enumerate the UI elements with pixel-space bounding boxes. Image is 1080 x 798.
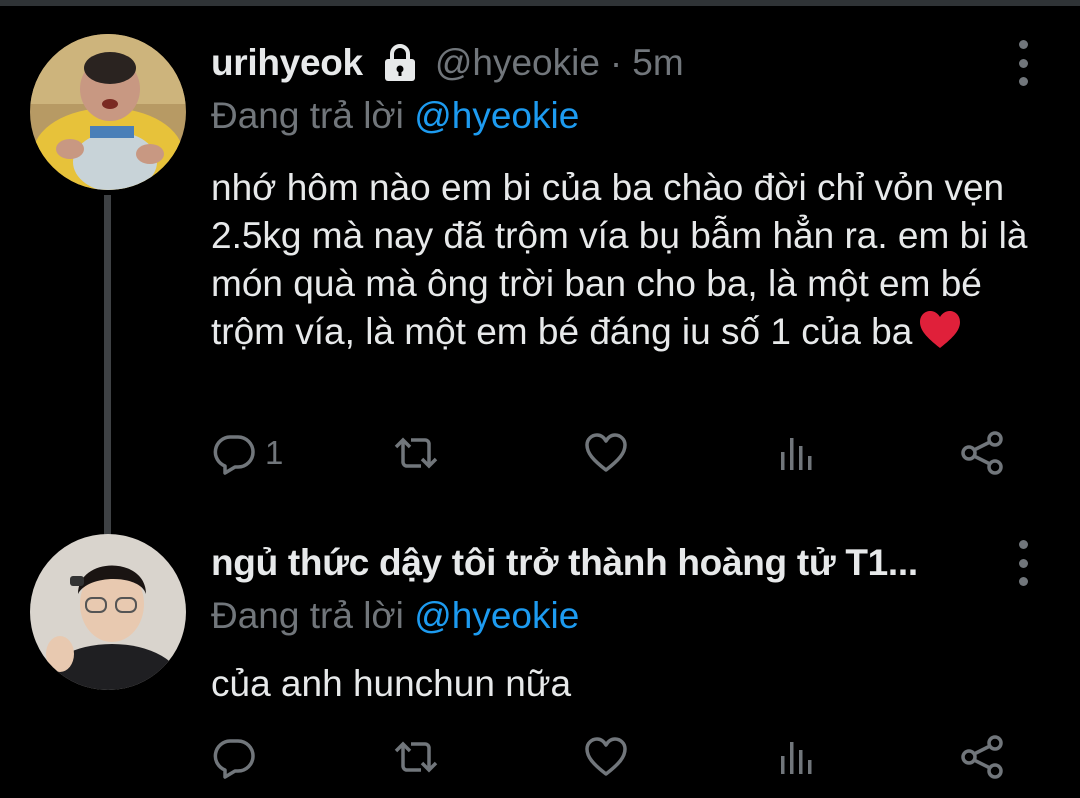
replying-mention[interactable]: @hyeokie (414, 95, 579, 136)
tweet-2[interactable]: ngủ thức dậy tôi trở thành hoàng tử T1..… (0, 530, 1080, 798)
tweet-header: urihyeok @hyeokie · 5m (211, 30, 1040, 96)
timestamp[interactable]: 5m (632, 42, 683, 84)
avatar-baby[interactable] (30, 34, 186, 190)
share-button[interactable] (959, 732, 1005, 782)
red-heart-emoji (918, 310, 962, 350)
display-name[interactable]: urihyeok (211, 42, 363, 84)
more-options-icon[interactable] (1006, 540, 1040, 586)
retweet-icon (394, 741, 438, 773)
separator-dot: · (609, 42, 623, 83)
replying-prefix: Đang trả lời (211, 595, 404, 636)
analytics-icon (781, 438, 812, 470)
share-icon (961, 431, 1003, 475)
reply-count: 1 (265, 434, 284, 471)
reply-icon (213, 739, 255, 779)
retweet-button[interactable] (393, 732, 439, 782)
avatar-person-image (30, 534, 186, 690)
like-button[interactable] (583, 428, 629, 478)
more-options-icon[interactable] (1006, 40, 1040, 86)
tweet-text-content: của anh hunchun nữa (211, 663, 572, 704)
timeline-screen: urihyeok @hyeokie · 5m Đang trả lời @hye… (0, 0, 1080, 798)
heart-icon (585, 433, 627, 472)
display-name[interactable]: ngủ thức dậy tôi trở thành hoàng tử T1..… (211, 542, 918, 584)
tweet-text: của anh hunchun nữa (211, 660, 1040, 708)
replying-to: Đang trả lời @hyeokie (211, 590, 1040, 642)
lock-icon (379, 42, 421, 84)
tweet-actions (211, 732, 1011, 782)
thread-connector-line (104, 195, 111, 555)
reply-icon (213, 435, 255, 475)
analytics-icon (781, 742, 812, 774)
tweet-actions: 1 (211, 428, 1011, 478)
tweet-text-content: nhớ hôm nào em bi của ba chào đời chỉ vỏ… (211, 167, 1028, 352)
tweet-1[interactable]: urihyeok @hyeokie · 5m Đang trả lời @hye… (0, 30, 1080, 555)
share-icon (961, 735, 1003, 779)
like-button[interactable] (583, 732, 629, 782)
handle[interactable]: @hyeokie (435, 42, 600, 84)
reply-button[interactable] (211, 732, 265, 782)
share-button[interactable] (959, 428, 1005, 478)
heart-icon (585, 737, 627, 776)
tweet-text: nhớ hôm nào em bi của ba chào đời chỉ vỏ… (211, 164, 1040, 356)
replying-prefix: Đang trả lời (211, 95, 404, 136)
avatar-person[interactable] (30, 534, 186, 690)
tweet-header: ngủ thức dậy tôi trở thành hoàng tử T1..… (211, 530, 1040, 596)
analytics-button[interactable] (773, 428, 819, 478)
replying-to: Đang trả lời @hyeokie (211, 90, 1040, 142)
retweet-icon (394, 437, 438, 469)
replying-mention[interactable]: @hyeokie (414, 595, 579, 636)
analytics-button[interactable] (773, 732, 819, 782)
top-divider (0, 0, 1080, 6)
retweet-button[interactable] (393, 428, 439, 478)
avatar-baby-image (30, 34, 186, 190)
reply-button[interactable]: 1 (211, 428, 283, 478)
